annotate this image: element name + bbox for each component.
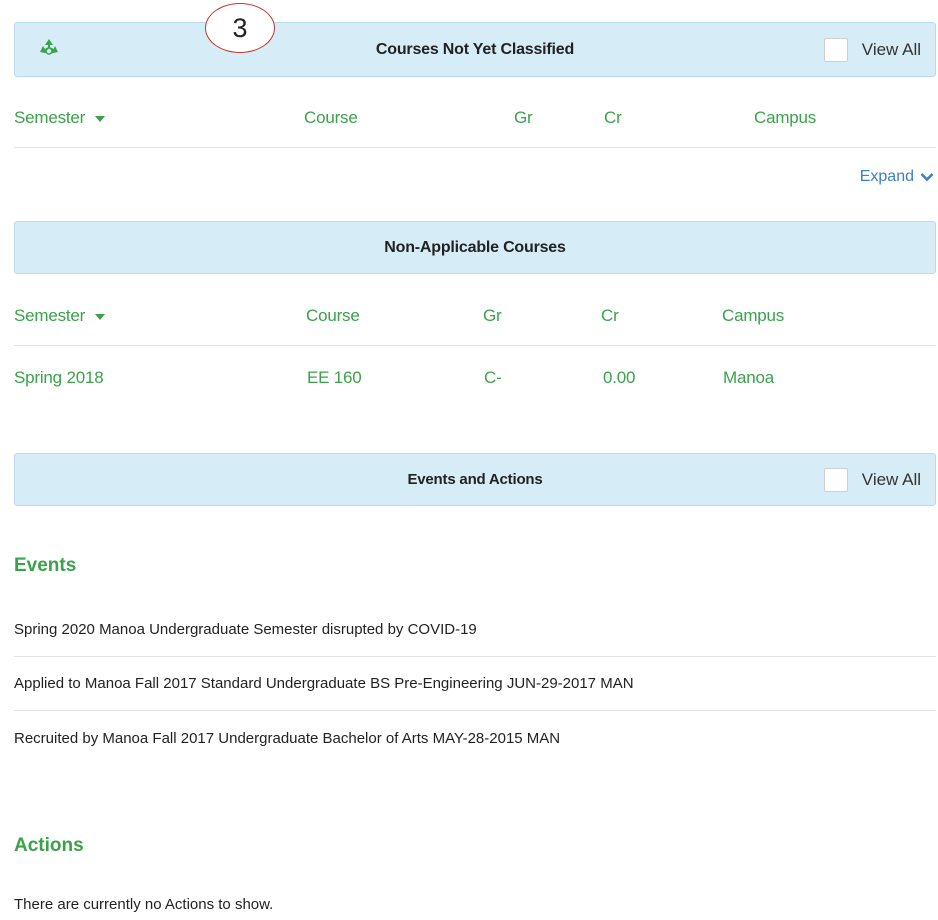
non-applicable-title: Non-Applicable Courses <box>384 238 566 256</box>
gr-column-header: Gr <box>483 305 502 325</box>
caret-down-icon <box>95 115 106 122</box>
events-actions-header: Events and Actions View All <box>14 453 936 506</box>
non-applicable-columns: Semester Course Gr Cr Campus <box>14 286 936 346</box>
not-classified-header: Courses Not Yet Classified View All <box>14 22 936 77</box>
view-all-not-classified[interactable]: View All <box>823 23 921 76</box>
view-all-label: View All <box>861 469 921 489</box>
list-item: Spring 2020 Manoa Undergraduate Semester… <box>14 603 936 657</box>
view-all-checkbox[interactable] <box>823 467 848 492</box>
gr-column-header: Gr <box>514 107 533 127</box>
expand-link[interactable]: Expand <box>860 168 934 186</box>
step-marker: 3 <box>205 3 275 53</box>
row-grade: C- <box>484 368 502 387</box>
course-column-header: Course <box>304 107 358 127</box>
non-applicable-header: Non-Applicable Courses <box>14 221 936 274</box>
cr-column-header: Cr <box>601 305 619 325</box>
events-heading: Events <box>14 555 77 576</box>
table-row: Spring 2018 EE 160 C- 0.00 Manoa <box>14 348 936 408</box>
cr-column-header: Cr <box>604 107 622 127</box>
list-item: Recruited by Manoa Fall 2017 Undergradua… <box>14 729 561 747</box>
list-item: Applied to Manoa Fall 2017 Standard Unde… <box>14 657 936 711</box>
not-classified-columns: Semester Course Gr Cr Campus <box>14 88 936 148</box>
semester-column-label: Semester <box>14 305 86 325</box>
row-course: EE 160 <box>307 368 362 387</box>
sort-semester-header[interactable]: Semester <box>14 286 106 345</box>
not-classified-title: Courses Not Yet Classified <box>375 40 575 58</box>
expand-label: Expand <box>859 168 914 185</box>
actions-heading: Actions <box>14 835 84 856</box>
row-semester: Spring 2018 <box>14 368 104 387</box>
chevron-down-icon <box>920 173 934 182</box>
row-credits: 0.00 <box>603 368 636 387</box>
view-all-label: View All <box>861 39 921 59</box>
view-all-checkbox[interactable] <box>823 37 848 62</box>
actions-empty-text: There are currently no Actions to show. <box>14 896 274 913</box>
view-all-events[interactable]: View All <box>823 454 921 505</box>
row-campus: Manoa <box>723 368 774 387</box>
semester-column-label: Semester <box>14 107 86 127</box>
events-actions-title: Events and Actions <box>407 471 543 488</box>
campus-column-header: Campus <box>754 107 817 127</box>
course-column-header: Course <box>306 305 360 325</box>
campus-column-header: Campus <box>722 305 785 325</box>
sort-semester-header[interactable]: Semester <box>14 88 106 147</box>
caret-down-icon <box>95 313 106 320</box>
